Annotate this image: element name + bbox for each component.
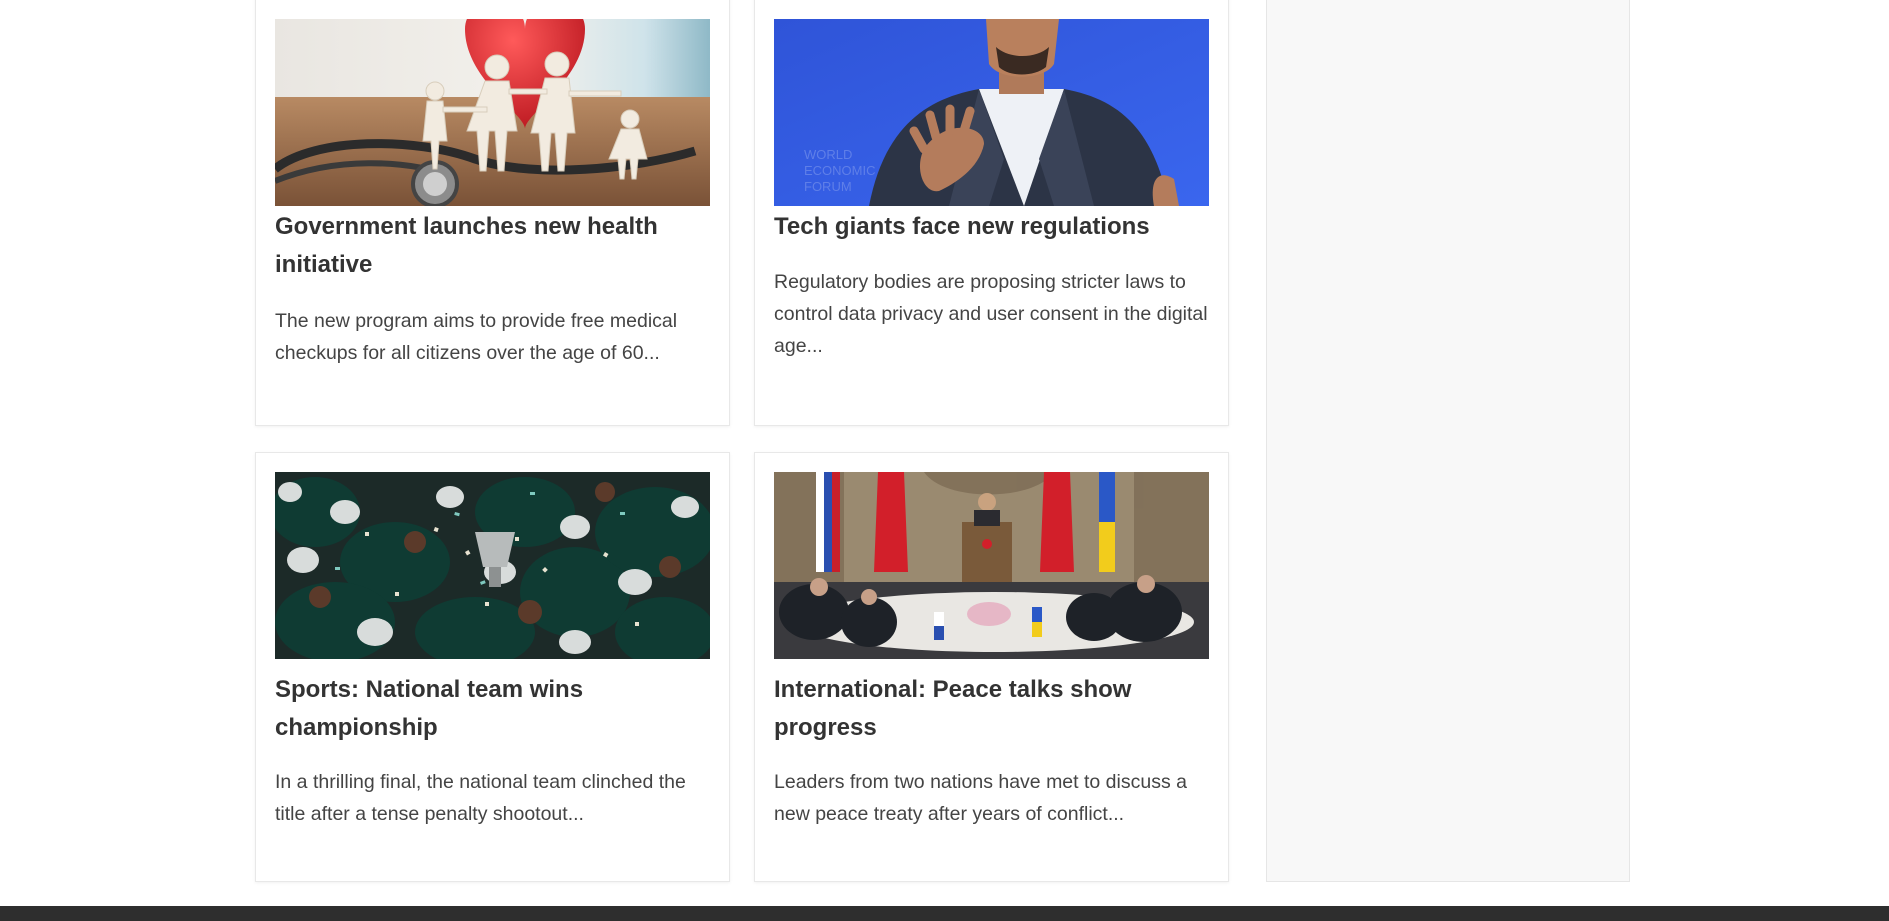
article-excerpt: The new program aims to provide free med… bbox=[275, 310, 678, 364]
article-title[interactable]: Tech giants face new regulations bbox=[774, 208, 1204, 246]
tech-photo: WORLD ECONOMIC FORUM bbox=[774, 19, 1209, 206]
health-photo bbox=[275, 19, 710, 206]
article-title[interactable]: International: Peace talks show progress bbox=[774, 671, 1204, 747]
article-title[interactable]: Government launches new health initiativ… bbox=[275, 208, 705, 284]
svg-text:FORUM: FORUM bbox=[804, 179, 852, 194]
article-grid: Government launches new health initiativ… bbox=[255, 0, 1229, 883]
article-title[interactable]: Sports: National team wins championship bbox=[275, 671, 705, 747]
article-image-sports[interactable] bbox=[275, 472, 710, 659]
article-card[interactable]: Government launches new health initiativ… bbox=[255, 0, 730, 426]
page: Government launches new health initiativ… bbox=[0, 0, 1889, 921]
article-card[interactable]: Sports: National team wins championship … bbox=[255, 452, 730, 882]
article-card[interactable]: WORLD ECONOMIC FORUM Tech giants face ne… bbox=[754, 0, 1229, 426]
article-excerpt: In a thrilling final, the national team … bbox=[275, 771, 686, 825]
article-image-tech[interactable]: WORLD ECONOMIC FORUM bbox=[774, 19, 1209, 206]
footer-bar bbox=[0, 906, 1889, 921]
article-image-health[interactable] bbox=[275, 19, 710, 206]
article-excerpt: Leaders from two nations have met to dis… bbox=[774, 771, 1187, 825]
sports-photo bbox=[275, 472, 710, 659]
article-excerpt: Regulatory bodies are proposing stricter… bbox=[774, 271, 1208, 357]
international-photo bbox=[774, 472, 1209, 659]
svg-text:ECONOMIC: ECONOMIC bbox=[804, 163, 876, 178]
svg-text:WORLD: WORLD bbox=[804, 147, 852, 162]
sidebar bbox=[1266, 0, 1630, 882]
article-image-international[interactable] bbox=[774, 472, 1209, 659]
article-card[interactable]: International: Peace talks show progress… bbox=[754, 452, 1229, 882]
